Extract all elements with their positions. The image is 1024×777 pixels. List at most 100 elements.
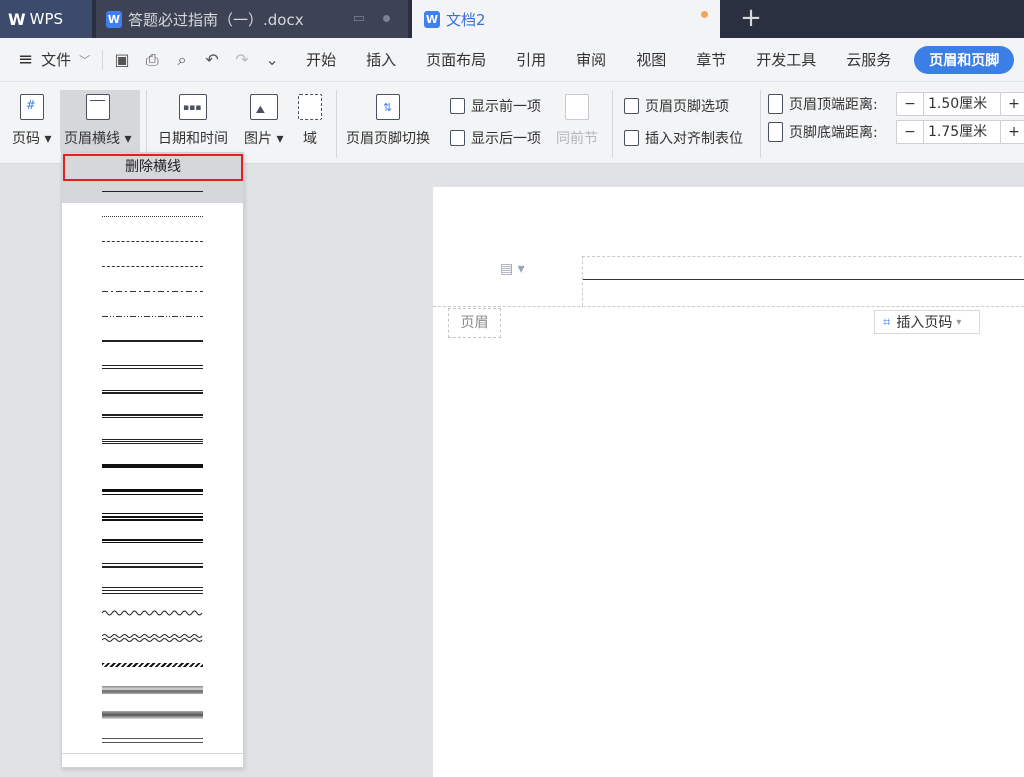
calendar-icon: ▪▪▪ — [179, 94, 207, 120]
monitor-icon[interactable]: ▭ — [353, 11, 365, 26]
menu-header-footer[interactable]: 页眉和页脚 — [914, 45, 1015, 74]
title-bar: W WPS W 答题必过指南（一）.docx ▭ W 文档2 + — [0, 0, 1024, 38]
line-style-thick-thin[interactable] — [102, 414, 203, 418]
menu-bar: ≡ 文件 ﹀ ▣ ⎙ ⌕ ↶ ↷ ⌄ 开始 插入 页面布局 引用 审阅 视图 章… — [0, 38, 1024, 82]
menu-page-layout[interactable]: 页面布局 — [411, 49, 501, 70]
line-style-gradient-2[interactable] — [102, 711, 203, 719]
line-style-dash-dot-dot[interactable] — [102, 316, 203, 317]
word-doc-icon: W — [424, 10, 440, 28]
footer-distance-decrement-button[interactable]: − — [896, 120, 924, 144]
insert-align-tab-button[interactable]: 插入对齐制表位 — [624, 128, 743, 148]
line-style-dashed[interactable] — [102, 266, 203, 267]
print-preview-icon[interactable]: ⌕ — [173, 50, 191, 70]
new-tab-button[interactable]: + — [736, 4, 766, 34]
show-previous-button[interactable]: 显示前一项 — [450, 96, 541, 116]
tab-document-1[interactable]: W 答题必过指南（一）.docx ▭ — [96, 0, 408, 38]
show-previous-icon — [450, 98, 465, 114]
line-style-gradient[interactable] — [102, 686, 203, 694]
print-icon[interactable]: ⎙ — [143, 50, 161, 70]
save-icon[interactable]: ▣ — [113, 50, 131, 69]
page-number-button[interactable]: # 页码 ▾ — [12, 94, 51, 148]
date-time-button[interactable]: ▪▪▪ 日期和时间 — [158, 94, 228, 148]
menu-review[interactable]: 审阅 — [561, 49, 621, 70]
footer-distance-input[interactable]: 1.75厘米 — [924, 120, 1000, 144]
ribbon-divider — [336, 90, 337, 158]
line-style-dotted[interactable] — [102, 216, 203, 217]
line-style-thin-thick-thin[interactable] — [102, 513, 203, 521]
ribbon-divider — [760, 90, 761, 158]
field-label: 域 — [303, 131, 317, 147]
line-style-thick-solid[interactable] — [102, 464, 203, 468]
header-distance-input[interactable]: 1.50厘米 — [924, 92, 1000, 116]
file-menu-button[interactable]: ≡ 文件 ﹀ — [0, 49, 102, 70]
line-style-thin-solid[interactable] — [102, 191, 203, 192]
line-style-wave[interactable] — [102, 609, 203, 617]
same-as-previous-icon — [565, 94, 589, 120]
menu-insert[interactable]: 插入 — [351, 49, 411, 70]
insert-page-number-label: 插入页码 — [896, 315, 953, 331]
line-style-dash-dot[interactable] — [102, 291, 203, 292]
chevron-down-icon: ▾ — [956, 316, 962, 328]
line-style-double[interactable] — [102, 365, 203, 369]
menu-developer[interactable]: 开发工具 — [741, 49, 831, 70]
delete-line-option[interactable]: 删除横线 — [63, 154, 243, 181]
footer-distance-increment-button[interactable]: + — [1000, 120, 1024, 144]
line-style-thin-thick-2[interactable] — [102, 563, 203, 568]
line-style-double-wave[interactable] — [102, 633, 203, 643]
header-distance-decrement-button[interactable]: − — [896, 92, 924, 116]
line-style-medium-solid[interactable] — [102, 340, 203, 342]
wps-logo-icon: W — [8, 9, 26, 29]
header-distance-increment-button[interactable]: + — [1000, 92, 1024, 116]
menu-references[interactable]: 引用 — [501, 49, 561, 70]
insert-align-tab-label: 插入对齐制表位 — [645, 131, 743, 147]
page-number-icon: ⌗ — [883, 314, 891, 330]
field-button[interactable]: 域 — [298, 94, 322, 148]
undo-icon[interactable]: ↶ — [203, 50, 221, 69]
tab-document-2[interactable]: W 文档2 — [412, 0, 720, 38]
header-line-button[interactable]: 页眉横线 ▾ — [64, 94, 131, 148]
tab-wps-home[interactable]: W WPS — [0, 0, 92, 38]
date-time-label: 日期和时间 — [158, 131, 228, 147]
header-footer-options-button[interactable]: 页眉页脚选项 — [624, 96, 729, 116]
document-options-icon[interactable]: ▤ ▾ — [500, 261, 525, 277]
line-style-double-thin[interactable] — [102, 738, 203, 743]
tab-status-dot-icon[interactable] — [383, 15, 390, 22]
header-top-distance-stepper: − 1.50厘米 + — [896, 92, 1024, 116]
header-line-dropdown: 删除横线 — [61, 152, 244, 768]
menu-start[interactable]: 开始 — [291, 49, 351, 70]
header-line-label: 页眉横线 ▾ — [64, 131, 132, 147]
header-top-distance-text: 页眉顶端距离: — [789, 97, 878, 113]
same-as-previous-label: 同前节 — [556, 131, 598, 147]
redo-icon[interactable]: ↷ — [233, 50, 251, 69]
ribbon-divider — [146, 90, 147, 158]
header-footer-switch-label: 页眉页脚切换 — [346, 131, 430, 147]
header-footer-switch-icon: ⇅ — [376, 94, 400, 120]
menu-chapter[interactable]: 章节 — [681, 49, 741, 70]
show-next-icon — [450, 130, 465, 146]
customize-chevron-icon[interactable]: ⌄ — [263, 50, 281, 69]
header-distance-icon — [768, 94, 783, 114]
header-footer-switch-button[interactable]: ⇅ 页眉页脚切换 — [346, 94, 430, 148]
line-style-triple-thin[interactable] — [102, 587, 203, 594]
page-number-label: 页码 ▾ — [12, 131, 52, 147]
dropdown-divider — [62, 753, 243, 754]
same-as-previous-button[interactable]: 同前节 — [556, 94, 598, 148]
show-next-label: 显示后一项 — [471, 131, 541, 147]
insert-align-tab-icon — [624, 130, 639, 146]
menu-cloud[interactable]: 云服务 — [831, 49, 906, 70]
hamburger-icon: ≡ — [18, 49, 34, 70]
line-style-thick-thin-2[interactable] — [102, 539, 203, 543]
line-style-hatched[interactable] — [102, 663, 203, 667]
line-style-thin-thick[interactable] — [102, 390, 203, 394]
show-next-button[interactable]: 显示后一项 — [450, 128, 541, 148]
menu-view[interactable]: 视图 — [621, 49, 681, 70]
page-number-icon: # — [19, 94, 44, 120]
line-style-fine-dashed[interactable] — [102, 241, 203, 242]
insert-page-number-button[interactable]: ⌗ 插入页码 ▾ — [874, 310, 980, 334]
header-edit-area[interactable] — [582, 256, 1024, 306]
line-style-triple[interactable] — [102, 439, 203, 444]
picture-button[interactable]: ⛰ 图片 ▾ — [244, 94, 283, 148]
header-top-distance-label: 页眉顶端距离: — [768, 94, 878, 114]
line-style-thick-thin-wide[interactable] — [102, 489, 203, 495]
unsaved-dot-icon[interactable] — [701, 11, 708, 18]
